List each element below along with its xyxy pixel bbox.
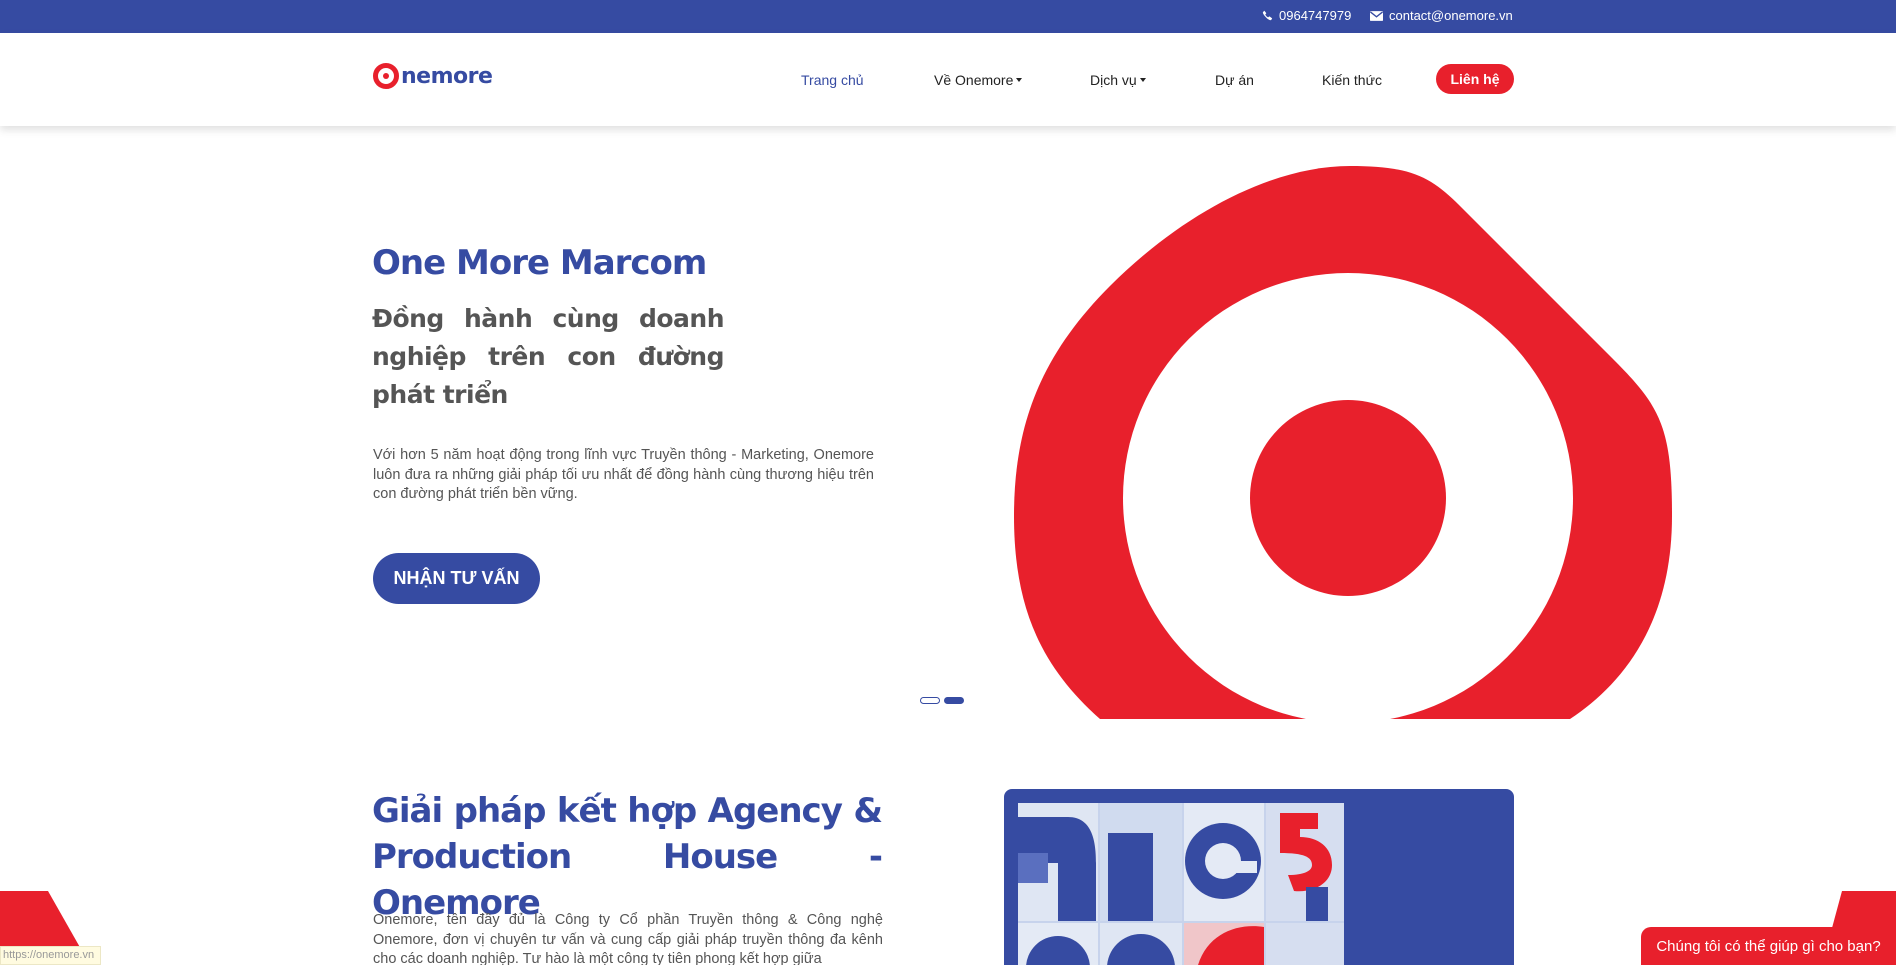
nav-services-label: Dịch vụ	[1090, 72, 1137, 88]
slider-dots	[920, 697, 964, 704]
section-image	[1004, 789, 1514, 965]
nav-home-label: Trang chủ	[801, 72, 864, 88]
caret-down-icon	[1139, 78, 1146, 82]
section-title: Giải pháp kết hợp Agency & Production Ho…	[372, 791, 883, 923]
envelope-icon	[1370, 10, 1383, 21]
hero-subtitle: Đồng hành cùng doanh nghiệp trên con đườ…	[372, 304, 725, 409]
phone-contact[interactable]: 0964747979	[1262, 8, 1351, 23]
nav-about-label: Về Onemore	[934, 72, 1014, 88]
phone-icon	[1262, 10, 1273, 21]
slider-dot-2[interactable]	[944, 697, 964, 704]
nav-about[interactable]: Về Onemore	[934, 72, 1023, 88]
onemore-logo[interactable]: nemore	[373, 63, 493, 89]
hero-title: One More Marcom	[372, 243, 707, 283]
caret-down-icon	[1016, 78, 1023, 82]
email-address: contact@onemore.vn	[1389, 8, 1513, 23]
section-description: Onemore, tên đầy đủ là Công ty Cổ phần T…	[373, 912, 883, 965]
site-header: nemore Trang chủ Về Onemore Dịch vụ Dự á…	[0, 33, 1896, 126]
onemore-letters-collage-icon	[1018, 803, 1344, 965]
hero-graphic	[1000, 126, 1700, 719]
consult-button[interactable]: NHẬN TƯ VẤN	[373, 553, 540, 604]
onemore-o-logo-icon	[1014, 166, 1672, 719]
top-contact-bar: 0964747979 contact@onemore.vn	[0, 0, 1896, 33]
nav-projects-label: Dự án	[1215, 72, 1254, 88]
email-contact[interactable]: contact@onemore.vn	[1370, 8, 1513, 23]
chat-support-button[interactable]: Chúng tôi có thể giúp gì cho bạn?	[1641, 927, 1896, 965]
nav-knowledge-label: Kiến thức	[1322, 72, 1382, 88]
nav-knowledge[interactable]: Kiến thức	[1322, 72, 1382, 88]
nav-projects[interactable]: Dự án	[1215, 72, 1254, 88]
hero-description: Với hơn 5 năm hoạt động trong lĩnh vực T…	[373, 447, 874, 502]
nav-home[interactable]: Trang chủ	[801, 72, 864, 88]
slider-dot-1[interactable]	[920, 697, 940, 704]
status-bar-url: https://onemore.vn	[0, 946, 102, 965]
logo-o-icon	[373, 63, 399, 89]
contact-button[interactable]: Liên hệ	[1436, 64, 1514, 94]
phone-number: 0964747979	[1279, 8, 1352, 23]
nav-services[interactable]: Dịch vụ	[1090, 72, 1146, 88]
logo-text: nemore	[401, 63, 493, 89]
